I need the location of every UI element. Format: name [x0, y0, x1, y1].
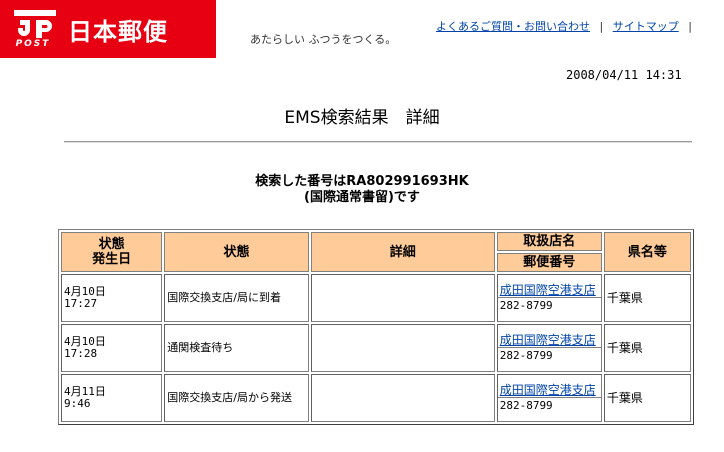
- office-link[interactable]: 成田国際空港支店: [497, 383, 601, 398]
- office-cell: 成田国際空港支店 282-8799: [496, 324, 602, 372]
- page-title: EMS検索結果 詳細: [284, 108, 440, 128]
- table-row: 4月10日 17:27 国際交換支店/局に到着 成田国際空港支店 282-879…: [61, 274, 691, 322]
- search-type-text: (国際通常書留)です: [304, 190, 420, 205]
- date-cell: 4月10日 17:28: [61, 324, 163, 372]
- header-office: 取扱店名: [496, 232, 602, 251]
- link-separator: |: [599, 20, 604, 33]
- header-status: 状態: [164, 232, 309, 272]
- logo-text: 日本郵便: [68, 18, 168, 46]
- office-cell: 成田国際空港支店 282-8799: [496, 374, 602, 422]
- header-prefecture: 県名等: [603, 232, 691, 272]
- search-number-text: 検索した番号はRA802991693HK: [255, 174, 469, 189]
- header-zip: 郵便番号: [496, 253, 602, 272]
- logo-post-label: POST: [15, 39, 51, 49]
- top-links: よくあるご質問・お問い合わせ | サイトマップ |: [436, 18, 698, 34]
- post-mark-icon: [14, 10, 56, 38]
- prefecture-cell: 千葉県: [603, 324, 691, 372]
- detail-cell: [310, 274, 495, 322]
- timestamp: 2008/04/11 14:31: [566, 68, 682, 82]
- date-cell: 4月10日 17:27: [61, 274, 163, 322]
- prefecture-cell: 千葉県: [603, 374, 691, 422]
- divider: [64, 141, 692, 143]
- sitemap-link[interactable]: サイトマップ: [613, 20, 679, 33]
- table-row: 4月11日 9:46 国際交換支店/局から発送 成田国際空港支店 282-879…: [61, 374, 691, 422]
- zip-code: 282-8799: [499, 399, 553, 412]
- tagline: あたらしい ふつうをつくる。: [250, 33, 397, 46]
- date-cell: 4月11日 9:46: [61, 374, 163, 422]
- header-detail: 詳細: [310, 232, 495, 272]
- page: POST 日本郵便 あたらしい ふつうをつくる。 よくあるご質問・お問い合わせ …: [0, 0, 724, 452]
- zip-code: 282-8799: [499, 349, 553, 362]
- table-row: 4月10日 17:28 通関検査待ち 成田国際空港支店 282-8799 千葉県: [61, 324, 691, 372]
- search-info: 検索した番号はRA802991693HK (国際通常書留)です: [0, 174, 724, 206]
- status-cell: 国際交換支店/局に到着: [164, 274, 309, 322]
- office-cell: 成田国際空港支店 282-8799: [496, 274, 602, 322]
- prefecture-cell: 千葉県: [603, 274, 691, 322]
- zip-code: 282-8799: [499, 299, 553, 312]
- header-date: 状態 発生日: [61, 232, 163, 272]
- status-cell: 国際交換支店/局から発送: [164, 374, 309, 422]
- tracking-table: 状態 発生日 状態 詳細 取扱店名 県名等 郵便番号 4月10日 17:27 国…: [58, 229, 694, 425]
- office-link[interactable]: 成田国際空港支店: [497, 283, 601, 298]
- japan-post-logo[interactable]: POST 日本郵便: [0, 0, 216, 58]
- office-link[interactable]: 成田国際空港支店: [497, 333, 601, 348]
- faq-contact-link[interactable]: よくあるご質問・お問い合わせ: [436, 20, 590, 33]
- status-cell: 通関検査待ち: [164, 324, 309, 372]
- link-separator: |: [688, 20, 692, 33]
- detail-cell: [310, 324, 495, 372]
- detail-cell: [310, 374, 495, 422]
